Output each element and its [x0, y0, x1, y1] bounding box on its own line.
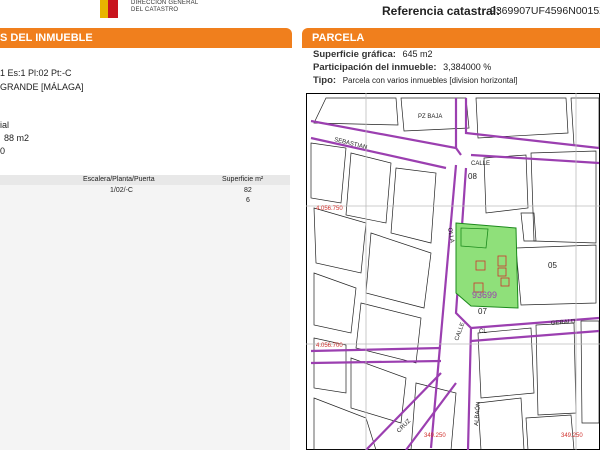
cadastral-map[interactable]: PZ BAJA SEBASTIAN CALLE 08 05 07 93699 4…: [306, 93, 600, 450]
section-title-parcela: PARCELA: [302, 28, 600, 48]
coord-y-4056750: 4.056.750: [316, 206, 343, 212]
tipo-label: Tipo:: [313, 75, 337, 86]
sup-grafica-value: 645 m2: [402, 49, 433, 59]
tipo-value: Parcela con varios inmuebles [division h…: [342, 76, 518, 85]
participacion-value: 3,384000 %: [443, 62, 492, 72]
logo-flag-red: [108, 0, 118, 18]
logo-flag-yellow: [100, 0, 108, 18]
coord-x-1: 349.250: [424, 433, 446, 439]
inmueble-year-line: 0: [0, 146, 6, 156]
col-superficie: Superficie m²: [222, 176, 264, 183]
table-header: Escalera/Planta/Puerta Superficie m²: [0, 175, 290, 185]
label-05: 05: [548, 261, 557, 270]
cell-epp: 1/02/-C: [110, 187, 133, 194]
org-line2: DEL CATASTRO: [131, 7, 179, 13]
coord-y-4056700: 4.056.700: [316, 343, 343, 349]
sup-grafica: Superficie gráfica: 645 m2: [313, 49, 433, 60]
inmueble-city-line: GRANDE [MÁLAGA]: [0, 82, 84, 92]
label-parcel-number: 93699: [472, 290, 497, 300]
label-calle-top: CALLE: [471, 161, 490, 167]
label-pz-baja: PZ BAJA: [418, 114, 442, 120]
section-title-inmueble: S DEL INMUEBLE: [0, 28, 292, 48]
label-cl: CL: [479, 329, 487, 335]
ref-value: 9369907UF4596N0015XS: [490, 5, 600, 17]
inmueble-address-line: 1 Es:1 Pl:02 Pt:-C: [0, 68, 72, 78]
inmueble-surface-line: 88 m2: [4, 133, 30, 143]
coord-x-2: 349.250: [561, 433, 583, 439]
col-escalera: Escalera/Planta/Puerta: [83, 176, 155, 183]
cell-sup: 6: [246, 197, 250, 204]
org-name: DIRECCIÓN GENERAL DEL CATASTRO: [131, 0, 198, 14]
table-body: [0, 185, 290, 450]
cell-sup: 82: [244, 187, 252, 194]
label-08: 08: [468, 172, 477, 181]
org-line1: DIRECCIÓN GENERAL: [131, 0, 199, 6]
tipo: Tipo: Parcela con varios inmuebles [divi…: [313, 75, 517, 86]
inmueble-use-line: ial: [0, 120, 10, 130]
label-07: 07: [478, 307, 487, 316]
sup-grafica-label: Superficie gráfica:: [313, 49, 396, 60]
ref-label: Referencia catastral:: [382, 4, 501, 18]
participacion: Participación del inmueble: 3,384000 %: [313, 62, 491, 73]
participacion-label: Participación del inmueble:: [313, 62, 437, 73]
table-row: 6: [0, 196, 290, 206]
table-row: 1/02/-C 82: [0, 186, 290, 196]
